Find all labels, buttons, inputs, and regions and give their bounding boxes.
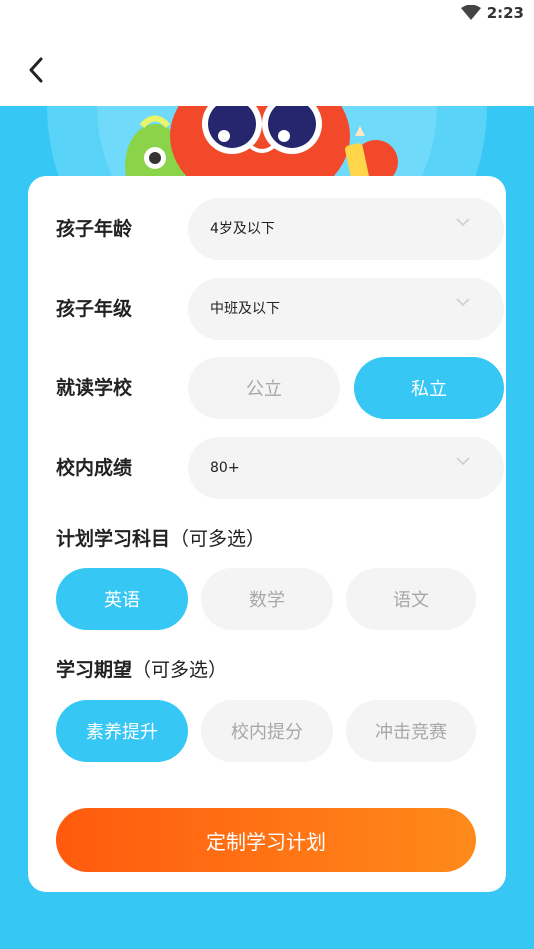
- goal-option-competition[interactable]: 冲击竞赛: [346, 700, 476, 762]
- status-bar: 2:23: [0, 0, 534, 28]
- subject-option-english[interactable]: 英语: [56, 568, 188, 630]
- age-value: 4岁及以下: [210, 221, 275, 237]
- wifi-icon: [460, 5, 481, 20]
- score-value: 80+: [210, 460, 240, 476]
- school-option-private[interactable]: 私立: [354, 357, 504, 419]
- chevron-down-icon: [456, 298, 470, 307]
- subjects-title: 计划学习科目: [56, 528, 171, 550]
- grade-label: 孩子年级: [56, 298, 133, 320]
- nav-bar: [0, 28, 534, 106]
- goal-option-literacy[interactable]: 素养提升: [56, 700, 188, 762]
- back-button[interactable]: [20, 54, 52, 86]
- create-plan-button[interactable]: 定制学习计划: [56, 808, 476, 872]
- score-select[interactable]: 80+: [188, 437, 504, 499]
- age-select[interactable]: 4岁及以下: [188, 198, 504, 260]
- subject-option-chinese[interactable]: 语文: [346, 568, 476, 630]
- chevron-left-icon: [29, 57, 43, 83]
- subjects-heading: 计划学习科目（可多选）: [56, 524, 265, 551]
- goal-option-school-score[interactable]: 校内提分: [201, 700, 333, 762]
- school-row: 就读学校 公立 私立: [56, 357, 504, 419]
- status-time: 2:23: [486, 4, 524, 22]
- chevron-down-icon: [456, 457, 470, 466]
- score-label: 校内成绩: [56, 457, 133, 479]
- school-label: 就读学校: [56, 377, 133, 399]
- age-row: 孩子年龄 4岁及以下: [56, 198, 504, 260]
- plan-form-card: 孩子年龄 4岁及以下 孩子年级 中班及以下 就读学校 公立 私立 校内成绩 80…: [28, 176, 506, 892]
- grade-select[interactable]: 中班及以下: [188, 278, 504, 340]
- grade-row: 孩子年级 中班及以下: [56, 278, 504, 340]
- school-option-public[interactable]: 公立: [188, 357, 340, 419]
- goals-heading: 学习期望（可多选）: [56, 655, 227, 682]
- mascot-illustration: [125, 106, 398, 186]
- score-row: 校内成绩 80+: [56, 437, 504, 499]
- grade-value: 中班及以下: [210, 301, 280, 317]
- goals-note: （可多选）: [132, 659, 228, 681]
- age-label: 孩子年龄: [56, 218, 133, 240]
- chevron-down-icon: [456, 218, 470, 227]
- subjects-note: （可多选）: [170, 528, 266, 550]
- subject-option-math[interactable]: 数学: [201, 568, 333, 630]
- goals-title: 学习期望: [56, 659, 133, 681]
